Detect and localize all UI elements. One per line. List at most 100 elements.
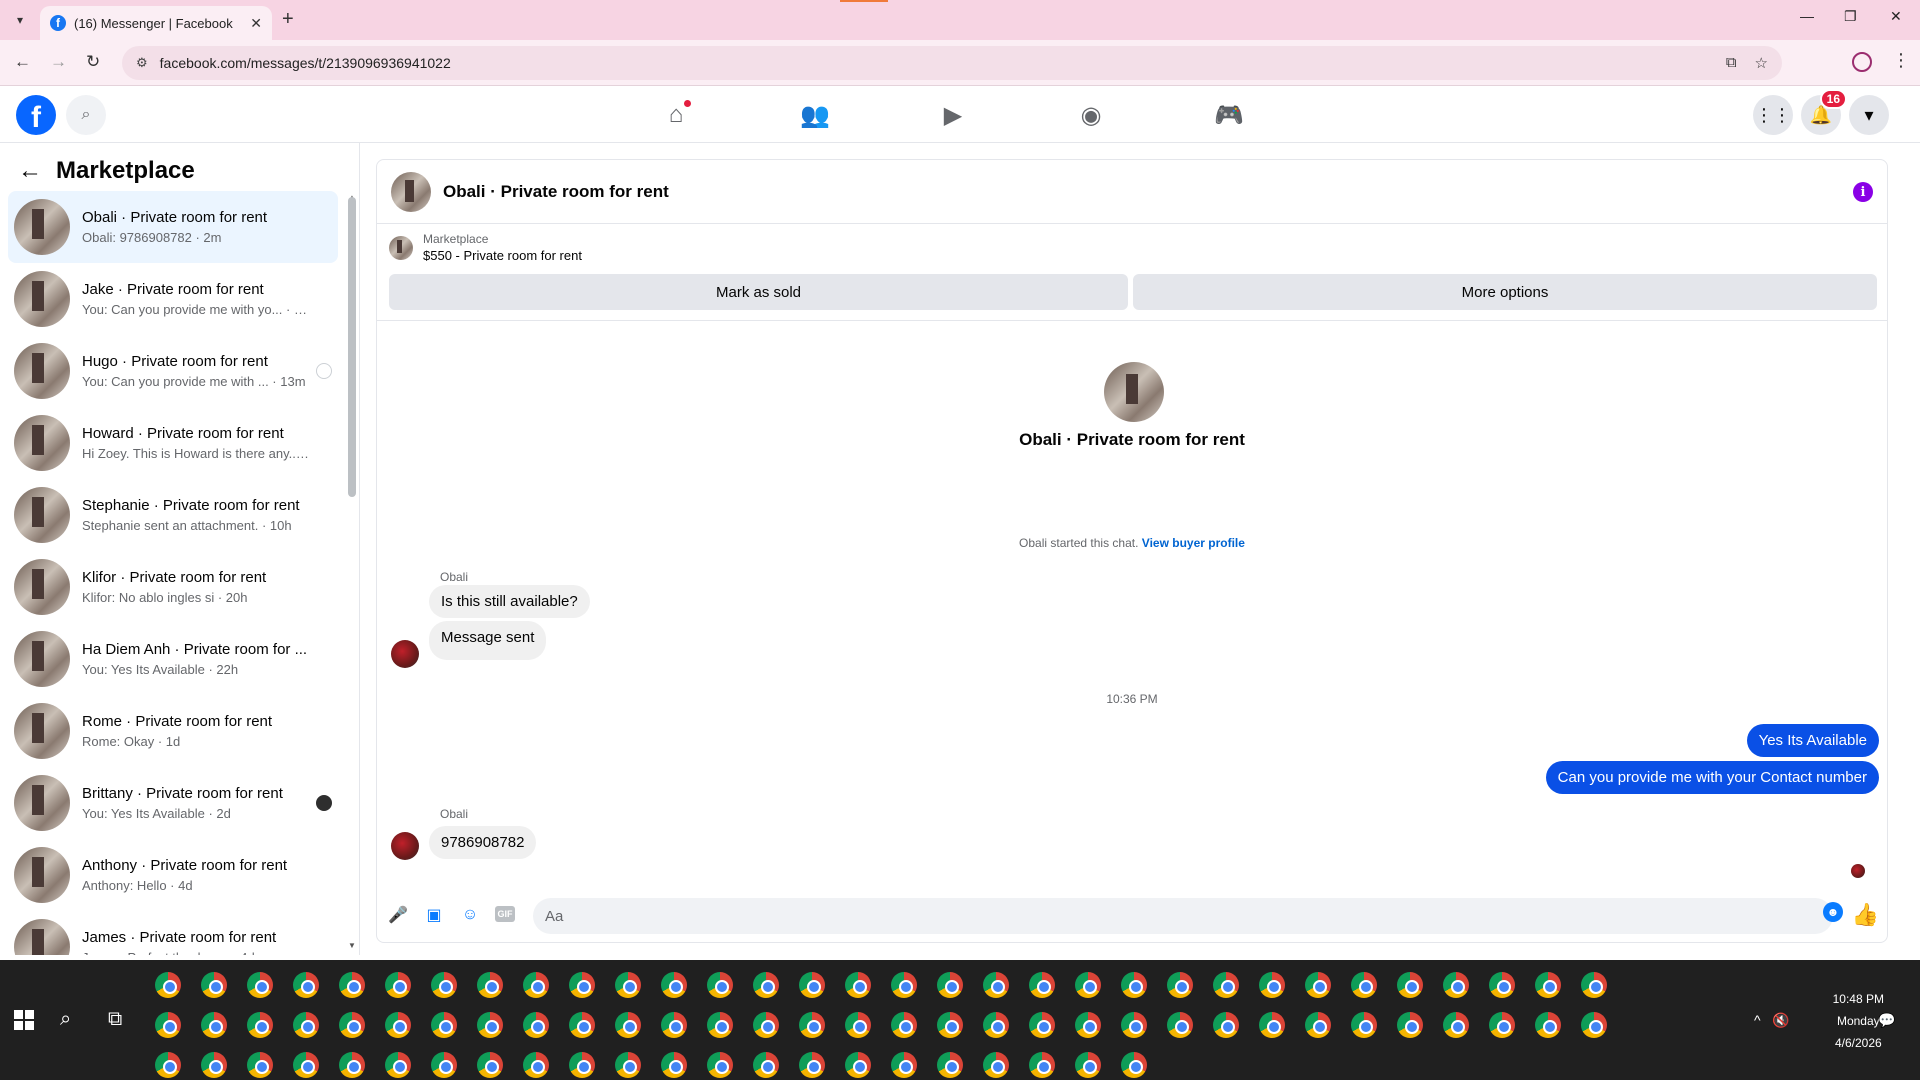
chrome-app-icon[interactable] bbox=[707, 1012, 733, 1038]
chrome-app-icon[interactable] bbox=[247, 1012, 273, 1038]
chrome-app-icon[interactable] bbox=[1351, 972, 1377, 998]
menu-grid-icon[interactable]: ⋮⋮ bbox=[1753, 95, 1793, 135]
chrome-app-icon[interactable] bbox=[661, 972, 687, 998]
chrome-app-icon[interactable] bbox=[1535, 1012, 1561, 1038]
chrome-app-icon[interactable] bbox=[1213, 972, 1239, 998]
reload-icon[interactable]: ↻ bbox=[86, 52, 100, 72]
chrome-app-icon[interactable] bbox=[1167, 1012, 1193, 1038]
chrome-app-icon[interactable] bbox=[799, 1052, 825, 1078]
emoji-icon[interactable]: ☻ bbox=[1823, 902, 1843, 922]
microphone-icon[interactable]: 🎤 bbox=[387, 904, 409, 926]
tab-search-icon[interactable]: ▾ bbox=[8, 8, 32, 32]
chrome-app-icon[interactable] bbox=[1121, 1012, 1147, 1038]
close-window-icon[interactable]: ✕ bbox=[1890, 8, 1902, 25]
conversation-item[interactable]: Jake · Private room for rent You: Can you… bbox=[8, 263, 338, 335]
chrome-app-icon[interactable] bbox=[753, 1052, 779, 1078]
chrome-app-icon[interactable] bbox=[293, 1012, 319, 1038]
chrome-app-icon[interactable] bbox=[569, 1012, 595, 1038]
chrome-app-icon[interactable] bbox=[201, 1052, 227, 1078]
scroll-down-icon[interactable]: ▼ bbox=[348, 941, 356, 950]
site-info-icon[interactable]: ⚙ bbox=[136, 55, 148, 71]
more-options-button[interactable]: More options bbox=[1133, 274, 1877, 310]
conversation-item[interactable]: Obali · Private room for rent Obali: 9786… bbox=[8, 191, 338, 263]
center-profile-avatar[interactable] bbox=[1104, 362, 1164, 422]
chrome-app-icon[interactable] bbox=[431, 1012, 457, 1038]
chrome-app-icon[interactable] bbox=[891, 972, 917, 998]
chrome-app-icon[interactable] bbox=[799, 972, 825, 998]
unread-toggle-icon[interactable] bbox=[316, 363, 332, 379]
sender-avatar[interactable] bbox=[391, 832, 419, 860]
chrome-app-icon[interactable] bbox=[845, 1012, 871, 1038]
taskbar-clock[interactable]: 10:48 PM Monday 4/6/2026 bbox=[1833, 988, 1884, 1054]
chrome-app-icon[interactable] bbox=[523, 972, 549, 998]
video-icon[interactable]: ▶ bbox=[933, 97, 973, 133]
chrome-app-icon[interactable] bbox=[615, 1012, 641, 1038]
chrome-app-icon[interactable] bbox=[937, 972, 963, 998]
conversation-item[interactable]: Rome · Private room for rent Rome: Okay ·… bbox=[8, 695, 338, 767]
chrome-app-icon[interactable] bbox=[845, 972, 871, 998]
chrome-app-icon[interactable] bbox=[1167, 972, 1193, 998]
chrome-app-icon[interactable] bbox=[937, 1052, 963, 1078]
chrome-app-icon[interactable] bbox=[1029, 1052, 1055, 1078]
chrome-app-icon[interactable] bbox=[1443, 1012, 1469, 1038]
chrome-app-icon[interactable] bbox=[1029, 972, 1055, 998]
conversation-item[interactable]: Brittany · Private room for rent You: Yes… bbox=[8, 767, 338, 839]
chrome-app-icon[interactable] bbox=[247, 1052, 273, 1078]
chrome-app-icon[interactable] bbox=[1029, 1012, 1055, 1038]
address-bar[interactable]: ⚙ facebook.com/messages/t/21390969369410… bbox=[122, 46, 1782, 80]
outgoing-message[interactable]: Can you provide me with your Contact num… bbox=[1545, 761, 1879, 794]
chrome-app-icon[interactable] bbox=[661, 1012, 687, 1038]
chrome-app-icon[interactable] bbox=[753, 972, 779, 998]
chrome-app-icon[interactable] bbox=[845, 1052, 871, 1078]
notifications-center-icon[interactable]: 💬 bbox=[1878, 1012, 1895, 1029]
incoming-message[interactable]: Message sent bbox=[429, 621, 547, 660]
browser-tab[interactable]: f (16) Messenger | Facebook ✕ bbox=[40, 6, 272, 40]
chrome-app-icon[interactable] bbox=[1121, 972, 1147, 998]
volume-muted-icon[interactable]: 🔇 bbox=[1772, 1012, 1789, 1029]
chat-title[interactable]: Obali · Private room for rent bbox=[443, 182, 669, 202]
photo-icon[interactable]: ▣ bbox=[423, 904, 445, 926]
install-app-icon[interactable]: ⧉ bbox=[1726, 54, 1737, 72]
chrome-app-icon[interactable] bbox=[983, 972, 1009, 998]
chat-avatar[interactable] bbox=[391, 171, 431, 212]
conversation-item[interactable]: Klifor · Private room for rent Klifor: No… bbox=[8, 551, 338, 623]
windows-start-icon[interactable] bbox=[14, 1010, 34, 1030]
chrome-app-icon[interactable] bbox=[1075, 1012, 1101, 1038]
chrome-app-icon[interactable] bbox=[385, 972, 411, 998]
new-tab-button[interactable]: + bbox=[282, 8, 294, 31]
scrollbar-thumb[interactable] bbox=[348, 197, 356, 497]
groups-icon[interactable]: ◉ bbox=[1071, 97, 1111, 133]
sender-avatar[interactable] bbox=[391, 640, 419, 668]
chrome-app-icon[interactable] bbox=[1489, 972, 1515, 998]
conversation-item[interactable]: Anthony · Private room for rent Anthony: … bbox=[8, 839, 338, 911]
chrome-app-icon[interactable] bbox=[983, 1012, 1009, 1038]
chrome-app-icon[interactable] bbox=[293, 1052, 319, 1078]
back-arrow-icon[interactable]: ← bbox=[18, 157, 42, 185]
chrome-app-icon[interactable] bbox=[937, 1012, 963, 1038]
chrome-app-icon[interactable] bbox=[431, 1052, 457, 1078]
chrome-app-icon[interactable] bbox=[1397, 1012, 1423, 1038]
chrome-app-icon[interactable] bbox=[569, 1052, 595, 1078]
chrome-app-icon[interactable] bbox=[1535, 972, 1561, 998]
message-input[interactable]: Aa bbox=[533, 898, 1833, 934]
view-buyer-profile-link[interactable]: View buyer profile bbox=[1142, 536, 1245, 550]
chrome-app-icon[interactable] bbox=[753, 1012, 779, 1038]
chrome-app-icon[interactable] bbox=[1305, 1012, 1331, 1038]
chrome-app-icon[interactable] bbox=[1305, 972, 1331, 998]
chrome-app-icon[interactable] bbox=[1351, 1012, 1377, 1038]
info-icon[interactable]: i bbox=[1853, 182, 1873, 202]
chrome-app-icon[interactable] bbox=[523, 1052, 549, 1078]
chrome-app-icon[interactable] bbox=[339, 1012, 365, 1038]
chrome-app-icon[interactable] bbox=[615, 1052, 641, 1078]
profile-icon[interactable] bbox=[1852, 52, 1872, 72]
chrome-app-icon[interactable] bbox=[707, 972, 733, 998]
chrome-app-icon[interactable] bbox=[661, 1052, 687, 1078]
conversation-item[interactable]: Ha Diem Anh · Private room for ... You: Y… bbox=[8, 623, 338, 695]
chrome-app-icon[interactable] bbox=[431, 972, 457, 998]
chrome-app-icon[interactable] bbox=[891, 1012, 917, 1038]
outgoing-message[interactable]: Yes Its Available bbox=[1746, 724, 1879, 757]
chrome-app-icon[interactable] bbox=[523, 1012, 549, 1038]
chrome-app-icon[interactable] bbox=[339, 1052, 365, 1078]
chrome-app-icon[interactable] bbox=[201, 1012, 227, 1038]
chrome-app-icon[interactable] bbox=[799, 1012, 825, 1038]
